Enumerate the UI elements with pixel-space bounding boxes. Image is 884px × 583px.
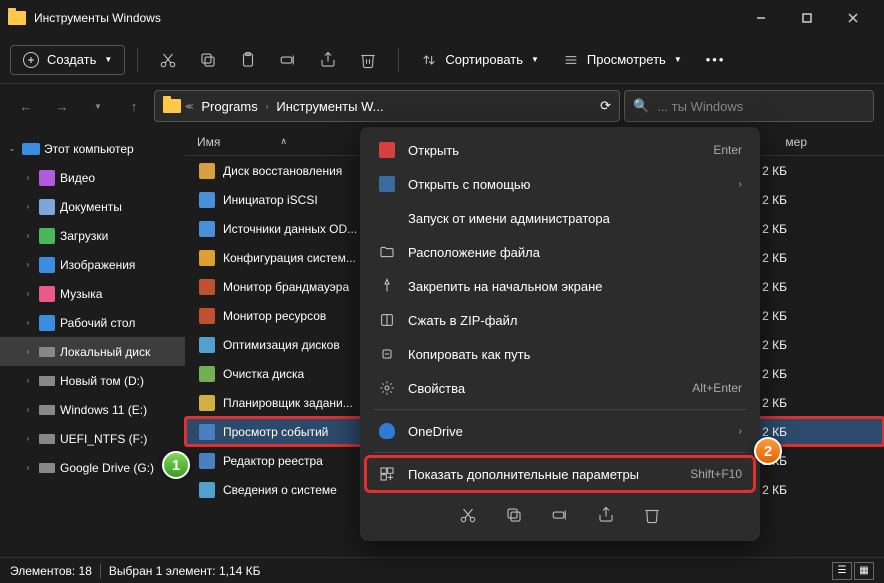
up-button[interactable]: ↑ bbox=[118, 90, 150, 122]
sidebar-item[interactable]: ›Документы bbox=[0, 192, 185, 221]
paste-button[interactable] bbox=[230, 42, 266, 78]
sidebar-item[interactable]: ›Загрузки bbox=[0, 221, 185, 250]
cm-cut-button[interactable] bbox=[452, 499, 484, 531]
refresh-icon[interactable]: ⟳ bbox=[600, 98, 611, 114]
view-label: Просмотреть bbox=[587, 52, 666, 67]
toolbar: + Создать ▼ Сортировать ▼ Просмотреть ▼ … bbox=[0, 36, 884, 84]
sort-indicator-icon: ∧ bbox=[280, 136, 287, 147]
recent-button[interactable]: ▼ bbox=[82, 90, 114, 122]
cm-open-with[interactable]: Открыть с помощью › bbox=[366, 167, 754, 201]
minimize-button[interactable] bbox=[738, 0, 784, 36]
close-button[interactable] bbox=[830, 0, 876, 36]
crumb[interactable]: Инструменты W... bbox=[272, 99, 387, 114]
maximize-button[interactable] bbox=[784, 0, 830, 36]
back-button[interactable]: ← bbox=[10, 90, 42, 122]
sort-button[interactable]: Сортировать ▼ bbox=[411, 46, 549, 74]
pin-icon bbox=[378, 277, 396, 295]
app-icon bbox=[378, 141, 396, 159]
window-title: Инструменты Windows bbox=[34, 11, 738, 25]
view-icons-button[interactable]: ▦ bbox=[854, 562, 874, 580]
sidebar-item[interactable]: ›Изображения bbox=[0, 250, 185, 279]
onedrive-icon bbox=[378, 422, 396, 440]
cut-button[interactable] bbox=[150, 42, 186, 78]
status-bar: Элементов: 18 Выбран 1 элемент: 1,14 КБ … bbox=[0, 557, 884, 583]
column-name[interactable]: Имя bbox=[197, 135, 220, 149]
chevron-down-icon: ▼ bbox=[674, 55, 682, 64]
cm-run-admin[interactable]: Запуск от имени администратора bbox=[366, 201, 754, 235]
sidebar-item[interactable]: ›Видео bbox=[0, 163, 185, 192]
status-count: Элементов: 18 bbox=[10, 564, 92, 578]
annotation-callout-1: 1 bbox=[162, 451, 190, 479]
cm-open[interactable]: Открыть Enter bbox=[366, 133, 754, 167]
sidebar-item[interactable]: ›Локальный диск bbox=[0, 337, 185, 366]
cm-onedrive[interactable]: OneDrive › bbox=[366, 414, 754, 448]
cm-rename-button[interactable] bbox=[544, 499, 576, 531]
copy-path-icon bbox=[378, 345, 396, 363]
title-bar: Инструменты Windows bbox=[0, 0, 884, 36]
plus-icon: + bbox=[23, 52, 39, 68]
sidebar-item[interactable]: ›UEFI_NTFS (F:) bbox=[0, 424, 185, 453]
sidebar-this-pc[interactable]: ⌄ Этот компьютер bbox=[0, 134, 185, 163]
sort-label: Сортировать bbox=[445, 52, 523, 67]
properties-icon bbox=[378, 379, 396, 397]
crumb[interactable]: Programs bbox=[197, 99, 261, 114]
chevron-right-icon: › bbox=[739, 179, 742, 190]
search-placeholder: ... ты Windows bbox=[657, 99, 743, 114]
cm-copy-button[interactable] bbox=[498, 499, 530, 531]
share-button[interactable] bbox=[310, 42, 346, 78]
chevron-down-icon: ▼ bbox=[531, 55, 539, 64]
cm-pin-start[interactable]: Закрепить на начальном экране bbox=[366, 269, 754, 303]
cm-show-more[interactable]: Показать дополнительные параметры Shift+… bbox=[366, 457, 754, 491]
sidebar: ⌄ Этот компьютер ›Видео›Документы›Загруз… bbox=[0, 128, 185, 544]
rename-button[interactable] bbox=[270, 42, 306, 78]
sidebar-item[interactable]: ›Новый том (D:) bbox=[0, 366, 185, 395]
search-icon: 🔍 bbox=[633, 98, 649, 114]
new-button[interactable]: + Создать ▼ bbox=[10, 45, 125, 75]
cm-properties[interactable]: Свойства Alt+Enter bbox=[366, 371, 754, 405]
status-selected: Выбран 1 элемент: 1,14 КБ bbox=[109, 564, 261, 578]
cm-copy-path[interactable]: Копировать как путь bbox=[366, 337, 754, 371]
folder-icon bbox=[8, 11, 26, 25]
chevron-down-icon: ▼ bbox=[104, 55, 112, 64]
new-button-label: Создать bbox=[47, 52, 96, 67]
breadcrumb[interactable]: ≪ Programs › Инструменты W... ⟳ bbox=[154, 90, 620, 122]
sidebar-item[interactable]: ›Музыка bbox=[0, 279, 185, 308]
search-input[interactable]: 🔍 ... ты Windows bbox=[624, 90, 874, 122]
zip-icon bbox=[378, 311, 396, 329]
cm-file-location[interactable]: Расположение файла bbox=[366, 235, 754, 269]
view-button[interactable]: Просмотреть ▼ bbox=[553, 46, 692, 74]
sidebar-item[interactable]: ›Windows 11 (E:) bbox=[0, 395, 185, 424]
folder-icon bbox=[163, 99, 181, 113]
more-button[interactable]: ••• bbox=[696, 46, 736, 73]
cm-delete-button[interactable] bbox=[636, 499, 668, 531]
forward-button[interactable]: → bbox=[46, 90, 78, 122]
open-with-icon bbox=[378, 175, 396, 193]
chevron-down-icon: ⌄ bbox=[6, 144, 18, 153]
chevron-right-icon: › bbox=[739, 426, 742, 437]
cm-share-button[interactable] bbox=[590, 499, 622, 531]
sidebar-item[interactable]: ›Рабочий стол bbox=[0, 308, 185, 337]
sidebar-item[interactable]: ›Google Drive (G:) bbox=[0, 453, 185, 482]
context-menu: Открыть Enter Открыть с помощью › Запуск… bbox=[360, 127, 760, 541]
copy-button[interactable] bbox=[190, 42, 226, 78]
more-options-icon bbox=[378, 465, 396, 483]
folder-icon bbox=[378, 243, 396, 261]
view-details-button[interactable]: ☰ bbox=[832, 562, 852, 580]
delete-button[interactable] bbox=[350, 42, 386, 78]
navigation-bar: ← → ▼ ↑ ≪ Programs › Инструменты W... ⟳ … bbox=[0, 84, 884, 128]
cm-compress[interactable]: Сжать в ZIP-файл bbox=[366, 303, 754, 337]
annotation-callout-2: 2 bbox=[754, 437, 782, 465]
